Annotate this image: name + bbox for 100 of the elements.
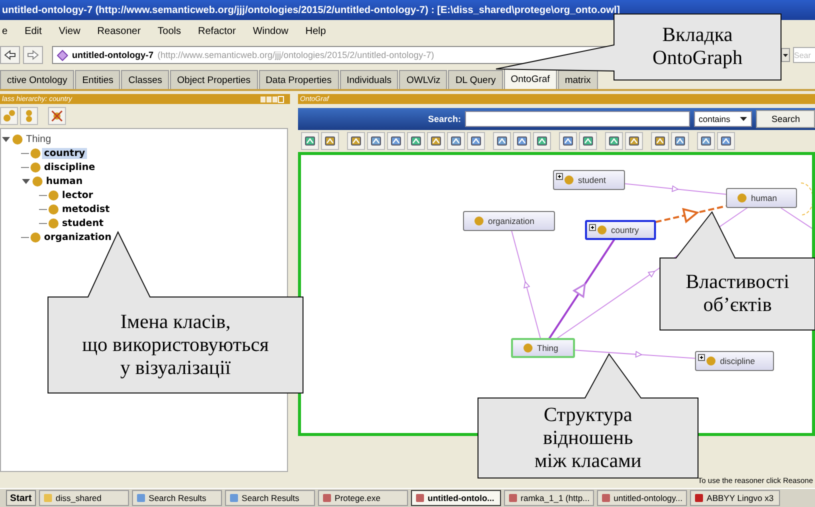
app-icon [600,493,611,503]
class-dot-icon [474,216,484,226]
graph-tool-button[interactable] [321,132,339,150]
graph-tool-button[interactable] [579,132,597,150]
taskbar-button[interactable]: untitled-ontology... [596,490,687,506]
taskbar-button[interactable]: Search Results [224,490,315,506]
class-node[interactable]: country [585,220,656,240]
menu-item[interactable]: Tools [158,26,182,36]
menu-item[interactable]: Help [305,26,326,36]
match-mode-dropdown[interactable]: contains [694,111,752,127]
class-dot-icon [737,193,747,203]
graph-tool-icon [582,135,594,147]
tab[interactable]: Classes [121,70,170,89]
callout-text: Структура відношень між класами [534,404,642,472]
tab[interactable]: matrix [558,70,598,89]
callout-text: Імена класів, що використовуються у візуалізації [82,310,269,380]
expand-icon[interactable] [556,173,563,180]
graph-tool-button[interactable] [447,132,465,150]
menu-item[interactable]: View [58,26,80,36]
menu-item[interactable]: e [2,26,8,36]
graph-tool-button[interactable] [533,132,551,150]
class-tree-item[interactable]: metodist [60,204,112,214]
forward-arrow-icon [27,50,39,60]
graph-tool-button[interactable] [367,132,385,150]
class-tree-item[interactable]: human [44,176,85,186]
class-dot-icon [48,204,59,214]
start-button[interactable]: Start [6,490,36,506]
search-button[interactable]: Search [756,110,815,128]
menu-item[interactable]: Edit [24,26,42,36]
graph-tool-button[interactable] [407,132,425,150]
graph-tool-button[interactable] [717,132,735,150]
class-tree-item[interactable]: lector [60,190,96,200]
top-search-field[interactable]: Sear [793,47,815,63]
class-node[interactable]: organization [463,211,555,231]
tab[interactable]: Individuals [340,70,398,89]
class-node[interactable]: human [726,188,797,208]
tab[interactable]: Object Properties [170,70,258,89]
graph-tool-button[interactable] [625,132,643,150]
class-node[interactable]: student [553,170,625,190]
back-button[interactable] [0,46,20,64]
class-tree-item[interactable]: discipline [42,162,98,172]
graph-tool-button[interactable] [651,132,669,150]
class-dot-icon [30,232,41,242]
search-label: Search: [428,114,462,124]
graph-tool-icon [674,135,686,147]
taskbar-button[interactable]: untitled-ontolo... [410,490,501,506]
class-node[interactable]: Thing [511,338,575,358]
expand-icon[interactable] [589,224,596,231]
class-tree-item[interactable]: Thing [24,134,54,144]
tab[interactable]: ctive Ontology [0,70,74,89]
graph-tool-button[interactable] [387,132,405,150]
graph-tool-icon [324,135,336,147]
taskbar-button[interactable]: ramka_1_1 (http... [504,490,594,506]
graph-tool-button[interactable] [671,132,689,150]
callout-text: Властивості об’єктів [686,271,790,317]
class-dot-icon [48,218,59,228]
graph-tool-icon [496,135,508,147]
class-tree-item[interactable]: student [60,218,106,228]
app-icon [228,493,239,503]
menu-item[interactable]: Window [252,26,288,36]
taskbar-button[interactable]: ABBYY Lingvo x3 [690,490,780,506]
class-dot-icon [48,190,59,200]
taskbar-button[interactable]: Protege.exe [318,490,408,506]
expand-icon[interactable] [698,354,705,361]
graph-tool-icon [430,135,442,147]
graph-tool-button[interactable] [427,132,445,150]
menu-item[interactable]: Refactor [198,26,236,36]
ontology-address-field[interactable]: untitled-ontology-7 (http://www.semanticweb.org/jjj/ontologies/2015/2/untitled-ontology-7) [52,46,607,64]
menu-item[interactable]: Reasoner [97,26,141,36]
taskbar-button[interactable]: Search Results [132,490,222,506]
class-dot-icon [597,225,607,235]
tab[interactable]: Data Properties [258,70,339,89]
graph-tool-button[interactable] [347,132,365,150]
delete-class-button[interactable] [48,107,66,125]
app-icon [508,493,518,503]
tab[interactable]: DL Query [448,70,503,89]
class-dot-icon [12,134,23,144]
tab[interactable]: OWLViz [399,70,448,89]
class-dot-icon [706,356,716,366]
graph-tool-icon [654,135,666,147]
relation-line [780,208,812,232]
graph-tool-button[interactable] [301,132,319,150]
tree-toggle-icon[interactable] [1,134,11,144]
graph-tool-button[interactable] [467,132,485,150]
graph-tool-icon [304,135,316,147]
graph-tool-button[interactable] [493,132,511,150]
graph-tool-icon [470,135,482,147]
class-tree-item[interactable]: country [42,148,88,158]
callout-text: Вкладка OntoGraph [652,24,742,70]
taskbar-button[interactable]: diss_shared [38,490,129,506]
graph-tool-button[interactable] [513,132,531,150]
graph-tool-button[interactable] [697,132,715,150]
class-node[interactable]: discipline [695,351,774,371]
tree-toggle-icon[interactable] [21,176,31,186]
tab[interactable]: Entities [75,70,120,89]
graph-tool-button[interactable] [605,132,623,150]
class-tree-item[interactable]: organization [42,232,114,242]
graph-tool-icon [450,135,462,147]
graph-tool-button[interactable] [559,132,577,150]
graph-search-field[interactable] [465,111,690,127]
